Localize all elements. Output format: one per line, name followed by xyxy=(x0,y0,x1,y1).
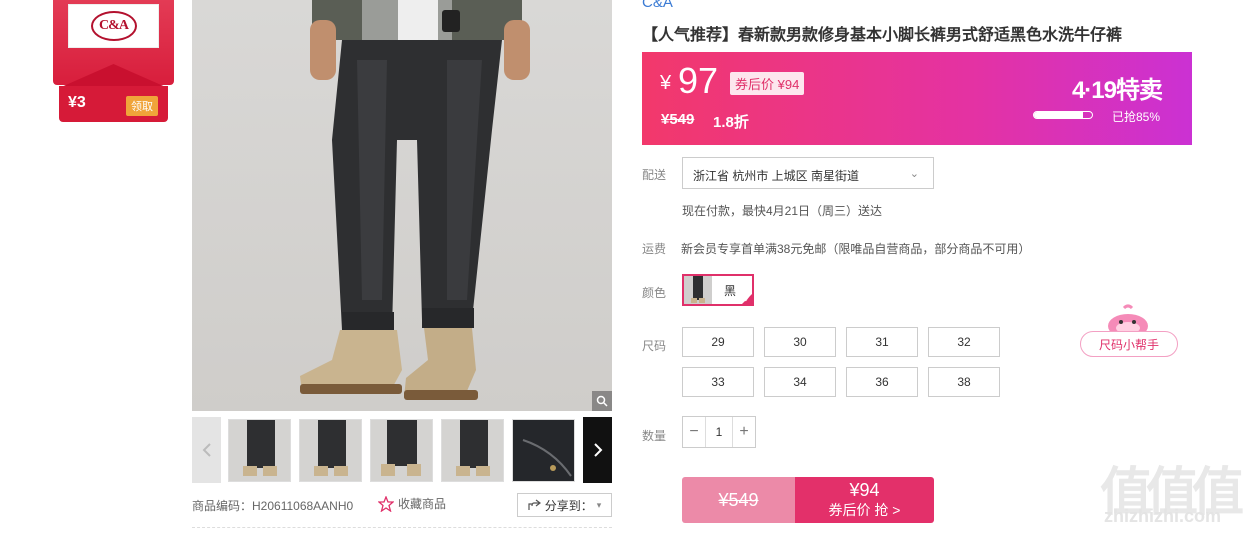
price-banner: ¥ 97 券后价 ¥94 ¥549 1.8折 4·19特卖 已抢85% xyxy=(642,52,1192,145)
share-dropdown[interactable]: 分享到： ▾ xyxy=(517,493,612,517)
model-illustration xyxy=(300,0,530,400)
swatch-image xyxy=(691,276,705,303)
buy-action-label: 券后价 抢 > xyxy=(828,502,901,518)
star-icon xyxy=(378,495,394,512)
size-option[interactable]: 36 xyxy=(846,367,918,397)
claim-coupon-button[interactable]: 领取 xyxy=(126,96,158,116)
watermark-url: zhizhizhi.com xyxy=(1104,506,1221,526)
size-option[interactable]: 34 xyxy=(764,367,836,397)
buy-button[interactable]: ¥549 ¥94 券后价 抢 > xyxy=(682,477,934,523)
freight-label: 运费 xyxy=(642,242,667,256)
brand-coupon[interactable]: ¥3 领取 xyxy=(59,86,168,122)
buy-coupon-section[interactable]: ¥94 券后价 抢 > xyxy=(795,477,934,523)
size-helper-button[interactable]: 尺码小帮手 xyxy=(1080,331,1178,357)
size-option[interactable]: 32 xyxy=(928,327,1000,357)
site-watermark: 值值值 zhizhizhi.com xyxy=(1100,450,1250,530)
buy-coupon-price: ¥94 xyxy=(849,480,880,500)
quantity-label: 数量 xyxy=(642,429,667,443)
size-option[interactable]: 31 xyxy=(846,327,918,357)
brand-logo[interactable]: C&A xyxy=(68,4,159,48)
original-price: ¥549 xyxy=(661,111,695,128)
thumbnail[interactable] xyxy=(228,419,291,482)
brand-coupon-card: C&A ¥3 领取 xyxy=(53,0,174,122)
thumb-prev-button[interactable] xyxy=(192,417,221,483)
freight-text: 新会员专享首单满38元免邮（限唯品自营商品，部分商品不可用） xyxy=(681,242,1031,256)
address-selector[interactable]: 浙江省 杭州市 上城区 南星街道 ⌄ xyxy=(682,157,934,189)
sold-percent-label: 已抢85% xyxy=(1112,110,1161,124)
coupon-price-tag: 券后价 ¥94 xyxy=(730,72,805,95)
thumbnail-strip xyxy=(192,417,612,483)
zoom-button[interactable] xyxy=(592,391,612,411)
size-option[interactable]: 38 xyxy=(928,367,1000,397)
product-title: 【人气推荐】春新款男款修身基本小脚长裤男式舒适黑色水洗牛仔裤 xyxy=(642,27,1123,44)
main-product-image[interactable] xyxy=(192,0,612,411)
thumbnail[interactable] xyxy=(299,419,362,482)
color-option-selected[interactable]: 黑 ✓ xyxy=(682,274,754,306)
event-badge: 4·19特卖 xyxy=(1071,77,1163,104)
size-option[interactable]: 33 xyxy=(682,367,754,397)
favorite-label: 收藏商品 xyxy=(398,497,447,511)
delivery-eta: 现在付款，最快4月21日（周三）送达 xyxy=(682,204,883,218)
thumbnail-image xyxy=(381,420,421,476)
address-text: 浙江省 杭州市 上城区 南星街道 xyxy=(693,169,860,183)
decrease-button[interactable]: − xyxy=(683,417,705,447)
sold-progress-fill xyxy=(1034,112,1084,118)
brand-link[interactable]: C&A xyxy=(642,0,673,11)
discount-rate: 1.8折 xyxy=(713,114,749,131)
buy-original-price: ¥549 xyxy=(682,477,795,523)
shipping-label: 配送 xyxy=(642,168,667,182)
product-meta-row: 商品编码：H20611068AANH0 收藏商品 分享到： ▾ xyxy=(192,491,612,519)
thumbnail-image xyxy=(513,420,574,481)
quantity-value[interactable]: 1 xyxy=(705,417,733,447)
color-label: 颜色 xyxy=(642,286,667,300)
chevron-left-icon xyxy=(202,443,211,457)
size-option[interactable]: 29 xyxy=(682,327,754,357)
coupon-amount: ¥3 xyxy=(68,94,86,111)
size-helper[interactable]: 尺码小帮手 xyxy=(1080,304,1178,358)
thumbnail-image xyxy=(314,420,348,476)
favorite-button[interactable]: 收藏商品 xyxy=(378,495,446,512)
brand-logo-mark: C&A xyxy=(90,11,137,41)
color-swatch xyxy=(684,276,712,304)
thumbnail[interactable] xyxy=(441,419,504,482)
product-code: 商品编码：H20611068AANH0 xyxy=(192,499,354,513)
thumbnail-image xyxy=(456,420,490,476)
size-label: 尺码 xyxy=(642,339,667,353)
thumbnail-image xyxy=(243,420,277,476)
thumbnail[interactable] xyxy=(512,419,575,482)
increase-button[interactable]: + xyxy=(733,417,755,447)
size-option[interactable]: 30 xyxy=(764,327,836,357)
share-label: 分享到： xyxy=(544,498,593,513)
magnifier-icon xyxy=(596,395,608,407)
sold-progress-bar xyxy=(1033,111,1093,119)
check-icon: ✓ xyxy=(743,294,751,304)
currency-symbol: ¥ xyxy=(660,72,672,94)
color-name: 黑 xyxy=(724,283,737,298)
caret-down-icon: ▾ xyxy=(596,499,602,510)
divider xyxy=(192,527,612,528)
chevron-right-icon xyxy=(593,443,602,457)
thumb-next-button[interactable] xyxy=(583,417,612,483)
quantity-stepper: − 1 + xyxy=(682,416,756,448)
share-icon xyxy=(528,499,541,510)
thumbnail[interactable] xyxy=(370,419,433,482)
current-price: 97 xyxy=(678,60,719,101)
chevron-down-icon: ⌄ xyxy=(909,168,919,180)
